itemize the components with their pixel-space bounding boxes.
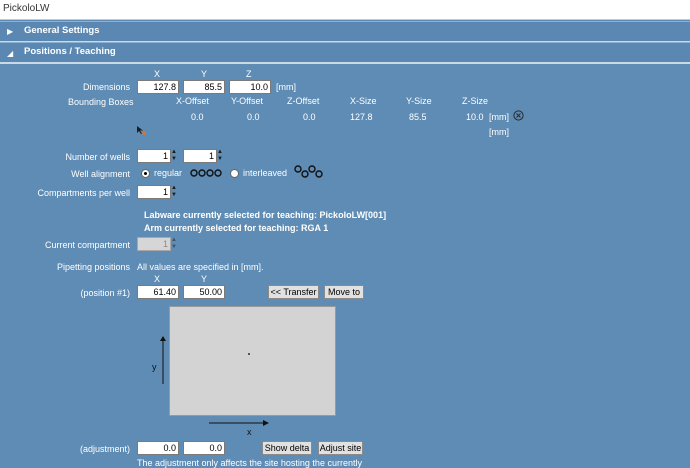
move-to-button[interactable]: Move to (324, 285, 364, 299)
position-marker (248, 353, 250, 355)
bbox-header-z-offset: Z-Offset (287, 96, 320, 106)
dim-col-z: Z (246, 69, 252, 79)
adjustment-label: (adjustment) (79, 444, 130, 454)
interleaved-wells-icon (294, 164, 324, 182)
adjustment-note: The adjustment only affects the site hos… (137, 458, 362, 468)
alignment-regular-label[interactable]: regular (154, 168, 182, 178)
section-general-title: General Settings (24, 25, 100, 36)
adjustment-y-input[interactable]: 0.0 (183, 441, 225, 455)
alignment-interleaved-label[interactable]: interleaved (243, 168, 287, 178)
window-title: PickoloLW (3, 3, 50, 14)
dim-col-x: X (154, 69, 161, 79)
bbox-unit: [mm] (489, 112, 509, 122)
section-positions-title: Positions / Teaching (24, 46, 116, 57)
position-plot-canvas[interactable] (169, 306, 336, 416)
close-circle-icon[interactable] (513, 110, 524, 123)
transfer-button[interactable]: << Transfer (268, 285, 319, 299)
bbox-x-size-value: 127.8 (350, 112, 373, 122)
dimension-x-input[interactable]: 127.8 (137, 80, 179, 94)
dimension-z-input[interactable]: 10.0 (229, 80, 271, 94)
x-axis-label: x (247, 427, 252, 437)
current-compartment-stepper: ▲ ▼ (171, 237, 177, 250)
triangle-down-icon[interactable]: ◢ (7, 49, 13, 58)
triangle-right-icon[interactable]: ▶ (7, 27, 13, 36)
number-of-wells-label: Number of wells (65, 152, 130, 162)
position-y-input[interactable]: 50.00 (183, 285, 225, 299)
bbox-z-size-value: 10.0 (466, 112, 484, 122)
pipetting-units-note: All values are specified in [mm]. (137, 262, 264, 272)
show-delta-button[interactable]: Show delta (262, 441, 312, 455)
regular-wells-icon (190, 168, 222, 180)
current-compartment-input: 1 (137, 237, 171, 251)
y-axis-arrow (159, 335, 167, 385)
labware-teaching-text: Labware currently selected for teaching:… (144, 210, 387, 220)
bbox-header-y-offset: Y-Offset (231, 96, 264, 106)
bbox-y-offset-value: 0.0 (247, 112, 260, 122)
compartments-input[interactable]: 1 (137, 185, 171, 199)
pipetting-col-x: X (154, 274, 161, 284)
dimensions-label: Dimensions (82, 82, 130, 92)
wells-a-stepper[interactable]: ▲ ▼ (171, 149, 177, 163)
position-x-input[interactable]: 61.40 (137, 285, 179, 299)
dimension-y-input[interactable]: 85.5 (183, 80, 225, 94)
add-cursor-icon[interactable] (136, 125, 148, 138)
bbox-z-offset-value: 0.0 (303, 112, 316, 122)
bbox-unit-2: [mm] (489, 127, 509, 137)
section-general-settings[interactable]: ▶ General Settings (0, 21, 690, 43)
bbox-x-offset-value: 0.0 (191, 112, 204, 122)
adjust-site-button[interactable]: Adjust site (318, 441, 363, 455)
adjustment-x-input[interactable]: 0.0 (137, 441, 179, 455)
x-axis-arrow (208, 419, 270, 427)
section-positions-teaching[interactable]: ◢ Positions / Teaching (0, 42, 690, 64)
window-titlebar: PickoloLW (0, 0, 690, 20)
bbox-header-x-size: X-Size (350, 96, 377, 106)
position-label: (position #1) (80, 288, 130, 298)
wells-b-stepper[interactable]: ▲ ▼ (217, 149, 223, 163)
compartments-label: Compartments per well (37, 188, 130, 198)
bbox-y-size-value: 85.5 (409, 112, 427, 122)
pipetting-positions-label: Pipetting positions (56, 262, 130, 272)
current-compartment-label: Current compartment (44, 240, 130, 250)
compartments-stepper[interactable]: ▲ ▼ (171, 185, 177, 199)
bounding-boxes-label: Bounding Boxes (68, 97, 134, 107)
bbox-header-z-size: Z-Size (462, 96, 489, 106)
dim-col-y: Y (201, 69, 208, 79)
alignment-regular-radio[interactable] (141, 169, 150, 178)
arm-teaching-text: Arm currently selected for teaching: RGA… (144, 223, 329, 233)
bbox-header-y-size: Y-Size (406, 96, 432, 106)
y-axis-label: y (152, 362, 157, 372)
dimensions-unit: [mm] (276, 82, 296, 92)
wells-count-b-input[interactable]: 1 (183, 149, 217, 163)
well-alignment-label: Well alignment (71, 169, 130, 179)
alignment-interleaved-radio[interactable] (230, 169, 239, 178)
wells-count-a-input[interactable]: 1 (137, 149, 171, 163)
bbox-header-x-offset: X-Offset (176, 96, 209, 106)
pipetting-col-y: Y (201, 274, 208, 284)
